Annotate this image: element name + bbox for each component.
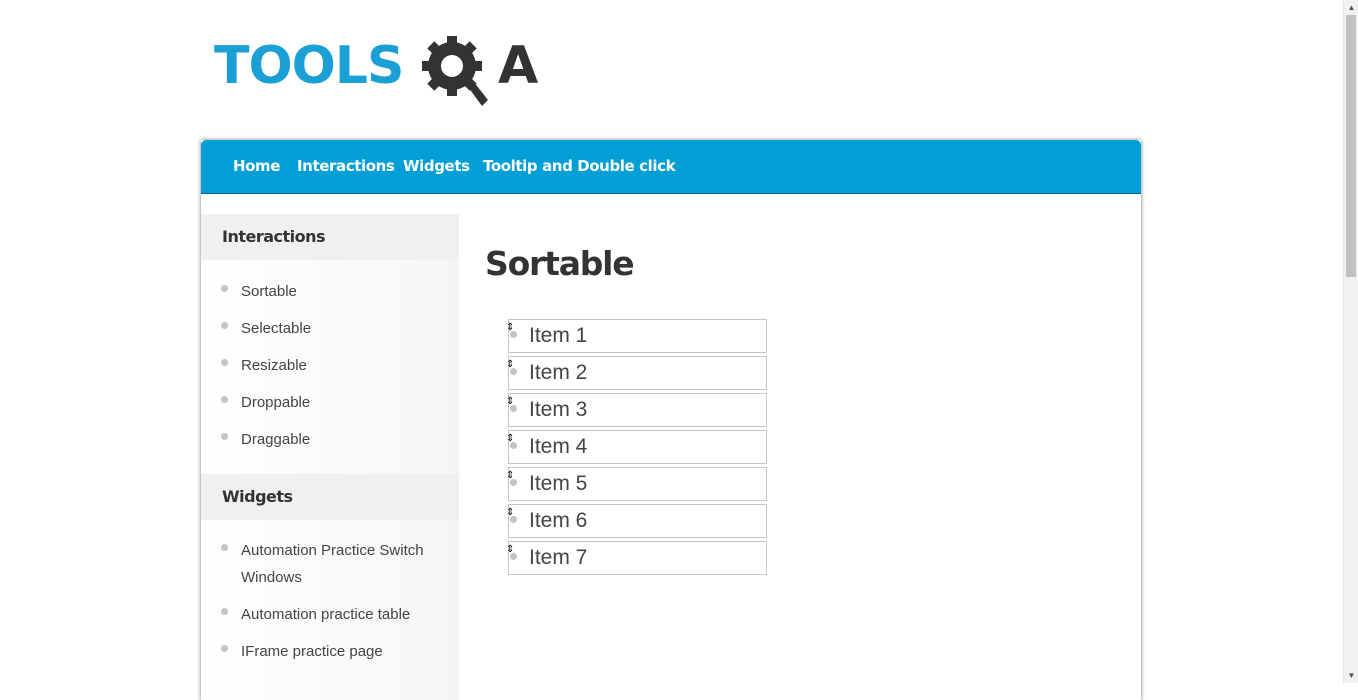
bullet-icon — [510, 331, 517, 338]
bullet-icon — [221, 359, 228, 366]
sidebar-item-label: Sortable — [241, 283, 297, 300]
sortable-item-label: Item 7 — [529, 546, 588, 569]
scrollbar-thumb[interactable] — [1346, 15, 1356, 277]
sidebar-item-label: Automation Practice Switch Windows — [241, 542, 424, 586]
gear-magnifier-icon — [422, 36, 488, 106]
sidebar-item-label: Selectable — [241, 320, 312, 337]
bullet-icon — [510, 405, 517, 412]
nav-tooltip-double-click[interactable]: Tooltip and Double click — [483, 140, 676, 193]
bullet-icon — [221, 544, 228, 551]
sortable-item-7[interactable]: ⇕ Item 7 — [506, 541, 767, 575]
sidebar-item-sortable[interactable]: Sortable — [221, 278, 446, 305]
bullet-icon — [221, 322, 228, 329]
sidebar-list-interactions: Sortable Selectable Resizable Droppable … — [201, 260, 459, 474]
sortable-item-2[interactable]: ⇕ Item 2 — [506, 356, 767, 390]
sidebar-list-widgets: Automation Practice Switch Windows Autom… — [201, 520, 459, 700]
sidebar-item-label: Automation practice table — [241, 606, 411, 623]
bullet-icon — [510, 516, 517, 523]
sortable-item-6[interactable]: ⇕ Item 6 — [506, 504, 767, 538]
nav-home[interactable]: Home — [233, 140, 280, 193]
sortable-item-4[interactable]: ⇕ Item 4 — [506, 430, 767, 464]
sortable-item-label: Item 1 — [529, 324, 588, 347]
bullet-icon — [510, 368, 517, 375]
logo-text-a: A — [498, 36, 539, 96]
sortable-item-label: Item 4 — [529, 435, 588, 458]
sidebar-item-label: IFrame practice page — [241, 643, 383, 660]
bullet-icon — [510, 553, 517, 560]
bullet-icon — [221, 285, 228, 292]
sidebar-item-practice-table[interactable]: Automation practice table — [221, 601, 446, 628]
sidebar-item-draggable[interactable]: Draggable — [221, 426, 446, 453]
bullet-icon — [221, 433, 228, 440]
nav-widgets[interactable]: Widgets — [403, 140, 470, 193]
sortable-item-5[interactable]: ⇕ Item 5 — [506, 467, 767, 501]
sortable-item-label: Item 5 — [529, 472, 588, 495]
bullet-icon — [221, 645, 228, 652]
nav-interactions[interactable]: Interactions — [297, 140, 395, 193]
scroll-down-icon[interactable]: ▼ — [1344, 668, 1358, 683]
sidebar-item-resizable[interactable]: Resizable — [221, 352, 446, 379]
sidebar-item-label: Droppable — [241, 394, 311, 411]
sidebar-heading-interactions: Interactions — [201, 214, 459, 260]
sidebar-item-selectable[interactable]: Selectable — [221, 315, 446, 342]
page-scrollbar[interactable]: ▲ ▼ — [1343, 0, 1358, 683]
sidebar-item-iframe[interactable]: IFrame practice page — [221, 638, 446, 665]
sidebar-item-switch-windows[interactable]: Automation Practice Switch Windows — [221, 537, 446, 591]
sidebar: Interactions Sortable Selectable Resizab… — [201, 214, 459, 700]
sortable-item-1[interactable]: ⇕ Item 1 — [506, 319, 767, 353]
sortable-item-label: Item 2 — [529, 361, 588, 384]
bullet-icon — [510, 442, 517, 449]
page-title: Sortable — [485, 244, 635, 283]
toolsqa-logo[interactable]: TOOLS A — [214, 34, 544, 114]
scroll-up-icon[interactable]: ▲ — [1344, 0, 1358, 15]
sidebar-item-label: Resizable — [241, 357, 307, 374]
content-frame: Home Interactions Widgets Tooltip and Do… — [201, 140, 1141, 700]
sortable-item-label: Item 6 — [529, 509, 588, 532]
main-nav: Home Interactions Widgets Tooltip and Do… — [201, 140, 1141, 194]
sidebar-item-droppable[interactable]: Droppable — [221, 389, 446, 416]
sortable-item-label: Item 3 — [529, 398, 588, 421]
sortable-item-3[interactable]: ⇕ Item 3 — [506, 393, 767, 427]
bullet-icon — [221, 608, 228, 615]
logo-text-tools: TOOLS — [214, 36, 404, 96]
sidebar-item-label: Draggable — [241, 431, 311, 448]
sidebar-heading-widgets: Widgets — [201, 474, 459, 520]
bullet-icon — [510, 479, 517, 486]
bullet-icon — [221, 396, 228, 403]
